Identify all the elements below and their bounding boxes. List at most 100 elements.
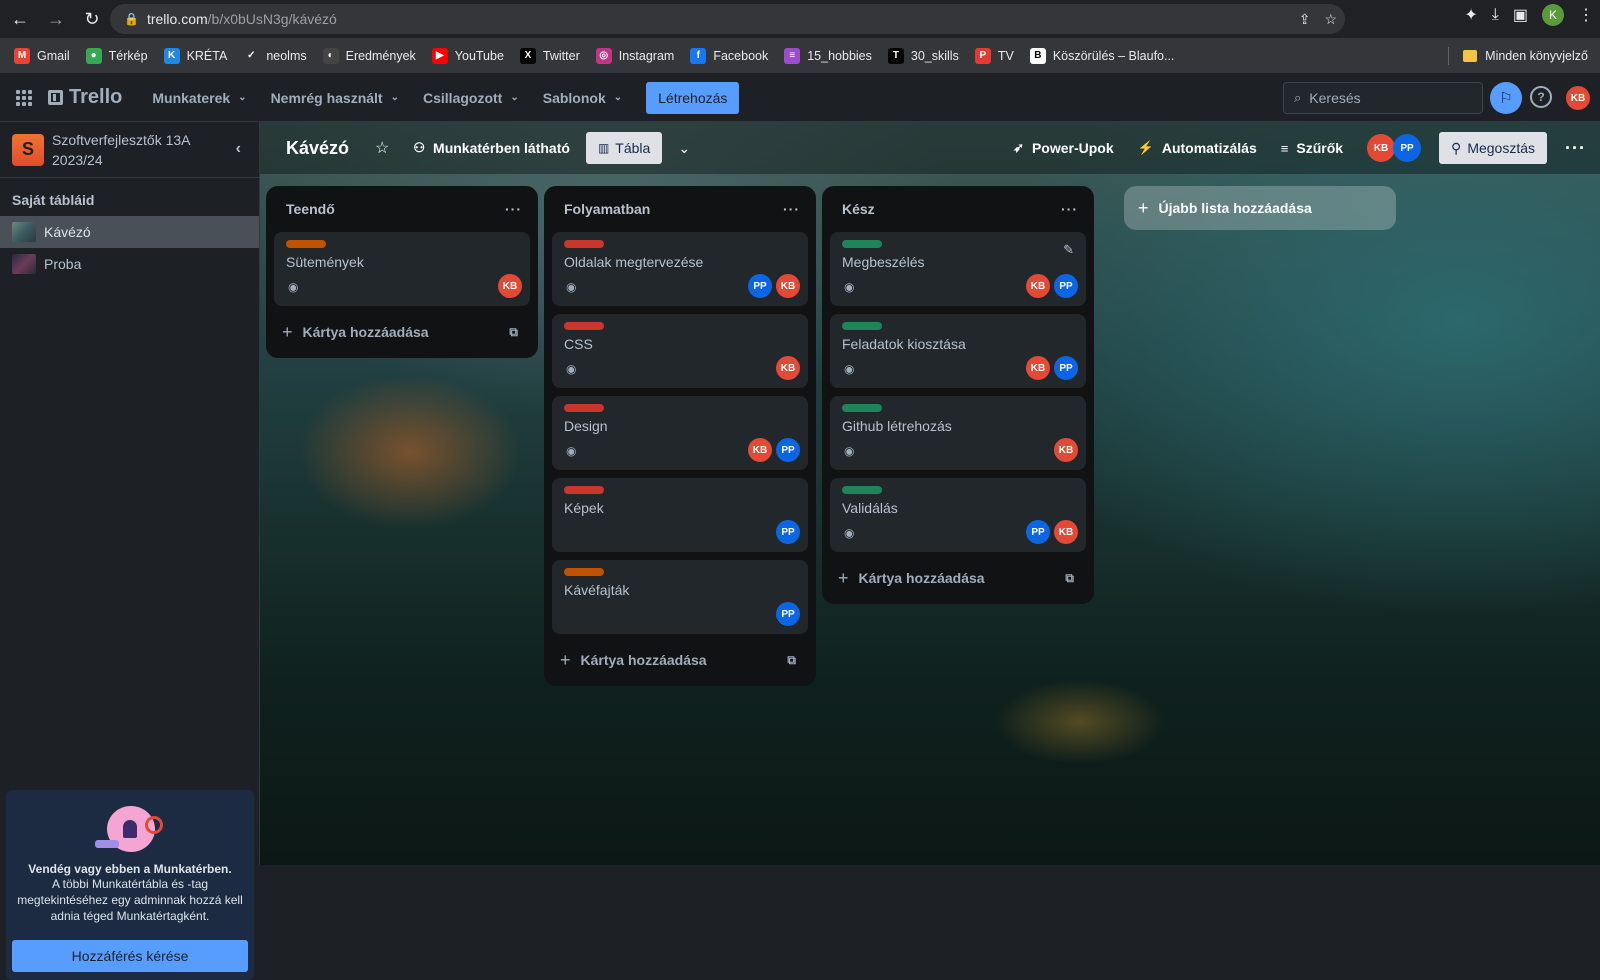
card-label[interactable] [842, 322, 882, 330]
card[interactable]: Feladatok kiosztása ◉ KB PP [830, 314, 1086, 388]
board-view-button[interactable]: ▥ Tábla [585, 132, 663, 164]
extensions-icon[interactable]: ✦ [1464, 5, 1477, 25]
member-avatar[interactable]: PP [1054, 356, 1078, 380]
visibility-button[interactable]: ⚇ Munkatérben látható [413, 140, 570, 156]
board-title[interactable]: Kávézó [286, 138, 349, 159]
bookmark-item[interactable]: X Twitter [519, 47, 580, 64]
sidebar-board-proba[interactable]: Proba [0, 248, 259, 280]
member-avatar[interactable]: KB [748, 438, 772, 462]
card-label[interactable] [842, 404, 882, 412]
list-menu-icon[interactable]: ··· [783, 201, 800, 217]
card[interactable]: Képek PP [552, 478, 808, 552]
card-label[interactable] [286, 240, 326, 248]
bookmark-item[interactable]: f Facebook [690, 47, 768, 64]
bookmark-star-icon[interactable]: ☆ [1324, 11, 1337, 28]
card[interactable]: Sütemények ◉ KB [274, 232, 530, 306]
card[interactable]: Design ◉ KB PP [552, 396, 808, 470]
card[interactable]: Megbeszélés ◉ ✎ KB PP [830, 232, 1086, 306]
bookmark-item[interactable]: T 30_skills [887, 47, 959, 64]
bookmark-item[interactable]: P TV [974, 47, 1014, 64]
profile-avatar[interactable]: K [1542, 4, 1564, 26]
card[interactable]: Kávéfajták PP [552, 560, 808, 634]
download-icon[interactable]: ⤓ [1492, 6, 1499, 24]
bookmark-item[interactable]: ▶ YouTube [431, 47, 504, 64]
member-avatar[interactable]: KB [498, 274, 522, 298]
back-icon[interactable]: ← [4, 3, 36, 35]
list-title[interactable]: Teendő [286, 201, 335, 217]
collapse-sidebar-icon[interactable]: ‹ [236, 140, 241, 158]
workspace-name[interactable]: Szoftverfejlesztők 13A 2023/24 [52, 130, 202, 170]
add-card-button[interactable]: + Kártya hozzáadása ⧉ [552, 642, 808, 678]
sidebar-board-kavezo[interactable]: Kávézó [0, 216, 259, 248]
search-input[interactable]: ⌕ Keresés [1283, 82, 1483, 114]
card-label[interactable] [842, 486, 882, 494]
account-avatar[interactable]: KB [1566, 86, 1590, 110]
list-menu-icon[interactable]: ··· [505, 201, 522, 217]
header-menu-item[interactable]: Munkaterek ⌄ [140, 82, 258, 114]
forward-icon[interactable]: → [40, 3, 72, 35]
bookmark-item[interactable]: M Gmail [14, 47, 70, 64]
share-page-icon[interactable]: ⇪ [1299, 11, 1311, 28]
card-label[interactable] [564, 404, 604, 412]
bookmark-item[interactable]: ● Térkép [85, 47, 148, 64]
notifications-icon[interactable]: ⚐ [1490, 82, 1522, 114]
app-switcher-icon[interactable] [16, 89, 32, 106]
header-menu-item[interactable]: Sablonok ⌄ [531, 82, 634, 114]
browser-menu-icon[interactable]: ⋮ [1578, 5, 1594, 25]
list-title[interactable]: Folyamatban [564, 201, 650, 217]
add-card-button[interactable]: + Kártya hozzáadása ⧉ [830, 560, 1086, 596]
bookmark-item[interactable]: ◎ Instagram [595, 47, 674, 64]
member-avatar[interactable]: PP [1026, 520, 1050, 544]
side-panel-icon[interactable]: ▣ [1513, 5, 1528, 25]
template-icon[interactable]: ⧉ [787, 653, 796, 668]
create-button[interactable]: Létrehozás [646, 81, 740, 114]
member-avatar[interactable]: PP [776, 520, 800, 544]
chevron-down-icon[interactable]: ⌄ [678, 140, 690, 157]
star-icon[interactable]: ☆ [375, 138, 389, 158]
member-avatar[interactable]: KB [1054, 438, 1078, 462]
reload-icon[interactable]: ↻ [76, 3, 108, 35]
member-avatar[interactable]: KB [1054, 520, 1078, 544]
more-icon[interactable]: ··· [1565, 138, 1586, 159]
card-label[interactable] [564, 322, 604, 330]
bookmark-item[interactable]: K KRÉTA [163, 47, 227, 64]
request-access-button[interactable]: Hozzáférés kérése [12, 940, 248, 972]
powerups-button[interactable]: ➶ Power-Upok [1013, 140, 1114, 156]
card[interactable]: Github létrehozás ◉ KB [830, 396, 1086, 470]
card-label[interactable] [564, 568, 604, 576]
member-avatar[interactable]: KB [1026, 274, 1050, 298]
bookmark-item[interactable]: B Köszörülés – Blaufo... [1029, 47, 1174, 64]
add-card-button[interactable]: + Kártya hozzáadása ⧉ [274, 314, 530, 350]
add-list-button[interactable]: + Újabb lista hozzáadása [1124, 186, 1396, 230]
all-bookmarks[interactable]: Minden könyvjelző [1485, 49, 1588, 63]
bookmark-item[interactable]: ◐ Eredmények [322, 47, 416, 64]
filters-button[interactable]: ≡ Szűrők [1281, 140, 1343, 156]
template-icon[interactable]: ⧉ [1065, 571, 1074, 586]
template-icon[interactable]: ⧉ [509, 325, 518, 340]
address-bar[interactable]: 🔒 trello.com/b/x0bUsN3g/kávézó ⇪ ☆ [110, 4, 1345, 34]
card[interactable]: CSS ◉ KB [552, 314, 808, 388]
list-menu-icon[interactable]: ··· [1061, 201, 1078, 217]
header-menu-item[interactable]: Csillagozott ⌄ [411, 82, 531, 114]
card[interactable]: Validálás ◉ PP KB [830, 478, 1086, 552]
card[interactable]: Oldalak megtervezése ◉ PP KB [552, 232, 808, 306]
share-button[interactable]: ⚲ Megosztás [1439, 132, 1548, 164]
bookmark-item[interactable]: ✓ neolms [243, 47, 307, 64]
card-label[interactable] [564, 486, 604, 494]
member-avatar[interactable]: PP [1054, 274, 1078, 298]
automation-button[interactable]: ⚡ Automatizálás [1138, 140, 1257, 156]
header-menu-item[interactable]: Nemrég használt ⌄ [259, 82, 411, 114]
card-label[interactable] [842, 240, 882, 248]
member-avatar[interactable]: KB [1026, 356, 1050, 380]
member-avatar[interactable]: PP [776, 438, 800, 462]
member-avatar[interactable]: KB [776, 274, 800, 298]
bookmark-item[interactable]: ≡ 15_hobbies [784, 47, 872, 64]
list-title[interactable]: Kész [842, 201, 875, 217]
card-label[interactable] [564, 240, 604, 248]
member-avatar[interactable]: PP [748, 274, 772, 298]
member-avatar[interactable]: PP [776, 602, 800, 626]
member-avatar[interactable]: KB [776, 356, 800, 380]
trello-logo[interactable]: Trello [48, 86, 122, 109]
help-icon[interactable]: ? [1530, 86, 1552, 108]
member-avatar[interactable]: PP [1393, 134, 1422, 162]
